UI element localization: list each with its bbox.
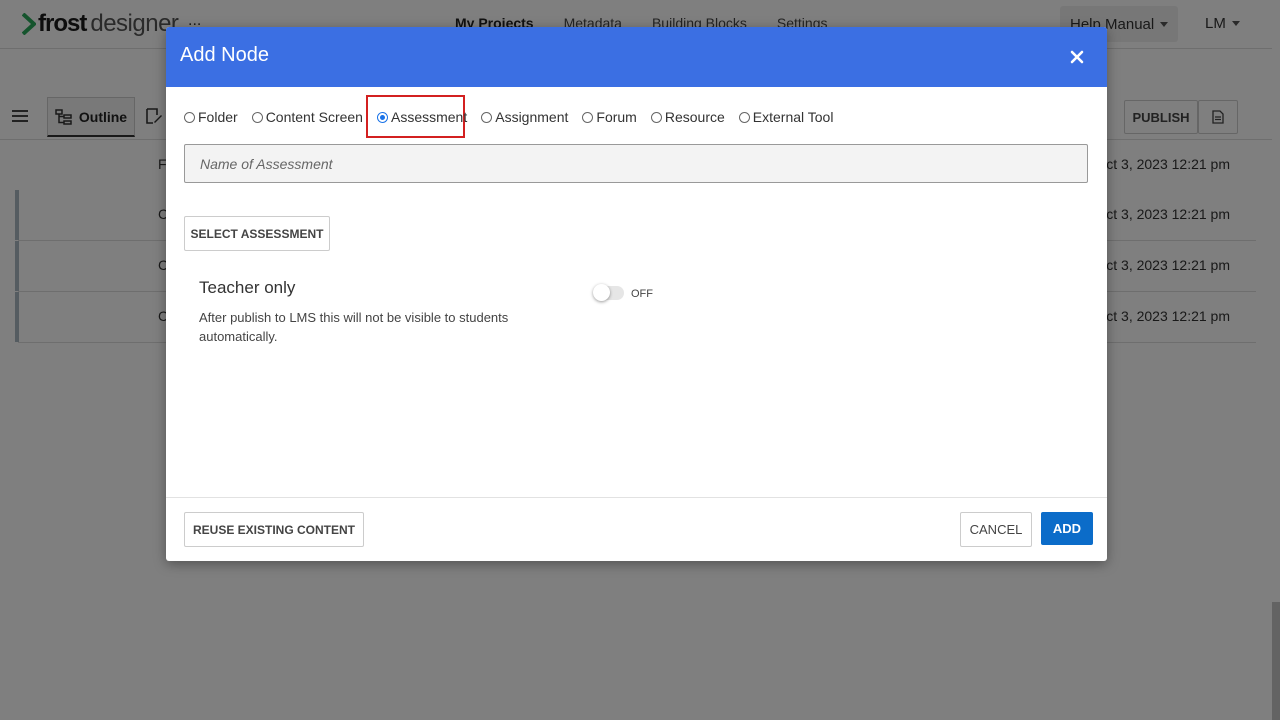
radio-content-screen[interactable]: Content Screen xyxy=(251,109,363,125)
radio-label: Assessment xyxy=(390,109,468,125)
radio-resource[interactable]: Resource xyxy=(650,109,725,125)
close-icon[interactable] xyxy=(1069,49,1085,65)
radio-label: External Tool xyxy=(752,109,834,125)
radio-label: Resource xyxy=(664,109,725,125)
radio-button[interactable] xyxy=(251,111,263,123)
select-assessment-button[interactable]: SELECT ASSESSMENT xyxy=(184,216,330,251)
radio-folder[interactable]: Folder xyxy=(184,109,238,125)
radio-label: Content Screen xyxy=(265,109,363,125)
teacher-only-toggle[interactable] xyxy=(593,284,624,301)
node-type-radio-group: Folder Content Screen Assessment Assignm… xyxy=(184,109,847,125)
teacher-only-title: Teacher only xyxy=(199,278,296,297)
radio-forum[interactable]: Forum xyxy=(582,109,637,125)
radio-button[interactable] xyxy=(376,111,388,123)
dialog-title: Add Node xyxy=(180,44,269,66)
radio-button[interactable] xyxy=(184,111,195,123)
teacher-only-description: After publish to LMS this will not be vi… xyxy=(199,310,509,344)
radio-external-tool[interactable]: External Tool xyxy=(738,109,834,125)
radio-button[interactable] xyxy=(582,111,594,123)
toggle-state-label: OFF xyxy=(631,288,653,300)
radio-label: Assignment xyxy=(495,109,569,125)
toggle-knob xyxy=(593,284,610,301)
radio-assignment[interactable]: Assignment xyxy=(481,109,568,125)
radio-label: Forum xyxy=(596,109,637,125)
radio-button[interactable] xyxy=(738,111,750,123)
radio-assessment[interactable]: Assessment xyxy=(376,109,468,125)
cancel-button[interactable]: CANCEL xyxy=(960,512,1032,547)
reuse-existing-content-button[interactable]: REUSE EXISTING CONTENT xyxy=(184,512,364,547)
add-node-dialog: Add Node Folder Content Screen Assessmen… xyxy=(166,27,1107,561)
radio-label: Folder xyxy=(198,109,238,125)
add-button[interactable]: ADD xyxy=(1041,512,1093,545)
radio-button[interactable] xyxy=(650,111,662,123)
dialog-header: Add Node xyxy=(166,27,1107,87)
radio-button[interactable] xyxy=(481,111,493,123)
dialog-footer-divider xyxy=(166,497,1107,498)
assessment-name-input[interactable] xyxy=(184,144,1088,183)
